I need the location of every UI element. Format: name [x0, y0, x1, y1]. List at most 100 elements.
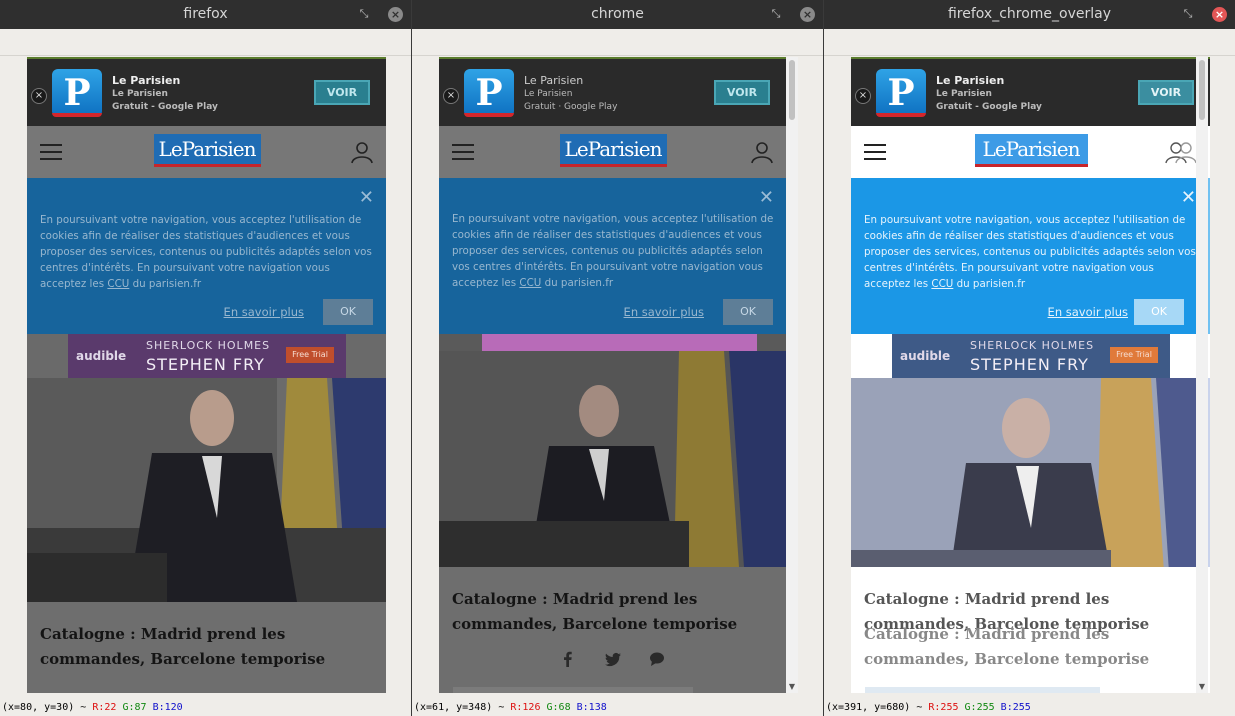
ccu-link[interactable]: CCU	[519, 277, 541, 289]
scrollbar-thumb[interactable]	[1199, 60, 1205, 120]
close-icon[interactable]: ×	[855, 88, 871, 104]
status-coords: (x=80, y=30)	[2, 702, 75, 713]
photo-image	[27, 378, 386, 602]
voir-button[interactable]: VOIR	[314, 80, 370, 105]
free-trial-button[interactable]: Free Trial	[286, 347, 334, 363]
ok-button[interactable]: OK	[323, 299, 373, 325]
close-icon[interactable]: ✕	[359, 187, 374, 208]
twitter-icon[interactable]	[604, 651, 621, 667]
site-logo[interactable]: LeParisien	[153, 134, 261, 167]
status-sep: ~	[80, 702, 87, 713]
close-icon[interactable]: ×	[443, 88, 459, 104]
status-bar: (x=80, y=30) ~ R:22 G:87 B:120	[0, 700, 411, 716]
ad-line2: STEPHEN FRY	[146, 355, 265, 374]
site-header: LeParisien	[851, 126, 1210, 178]
user-icon[interactable]	[1164, 140, 1198, 164]
titlebar: firefox_chrome_overlay ⤡ ×	[824, 0, 1235, 29]
titlebar: chrome ⤡ ×	[412, 0, 823, 29]
ad-brand: audible	[76, 349, 127, 363]
facebook-icon[interactable]	[560, 651, 576, 667]
user-icon[interactable]	[750, 140, 774, 164]
cookie-text: En poursuivant votre navigation, vous ac…	[452, 211, 774, 291]
app-name: Le Parisien	[112, 74, 181, 87]
site-logo[interactable]: LeParisien	[559, 134, 667, 167]
social-share	[439, 651, 786, 671]
app-install-banner: × P Le Parisien Le Parisien Gratuit - Go…	[27, 57, 386, 126]
close-icon[interactable]: ×	[1212, 7, 1227, 22]
article-photo[interactable]	[27, 378, 386, 602]
photo-image	[439, 351, 786, 567]
cookie-banner: ✕ En poursuivant votre navigation, vous …	[27, 178, 386, 334]
cookie-text-body: En poursuivant votre navigation, vous ac…	[864, 214, 1196, 290]
status-coords: (x=391, y=680)	[826, 702, 911, 713]
learn-more-link[interactable]: En savoir plus	[224, 305, 304, 319]
app-name: Le Parisien	[936, 74, 1005, 87]
close-icon[interactable]: ✕	[1181, 187, 1196, 208]
learn-more-link[interactable]: En savoir plus	[1048, 305, 1128, 319]
status-g: G:87	[122, 702, 147, 713]
status-sep: ~	[916, 702, 923, 713]
audible-ad[interactable]: audible SHERLOCK HOLMES STEPHEN FRY Free…	[68, 334, 346, 378]
ad-banner: audible SHERLOCK HOLMES STEPHEN FRY Free…	[851, 334, 1210, 378]
site-header: LeParisien	[27, 126, 386, 178]
restore-arrow-icon[interactable]: ⤡	[1181, 7, 1195, 21]
status-bar: (x=61, y=348) ~ R:126 G:68 B:138	[412, 700, 823, 716]
voir-button[interactable]: VOIR	[714, 80, 770, 105]
ccu-link[interactable]: CCU	[931, 278, 953, 290]
page-viewport[interactable]: × P Le Parisien Le Parisien Gratuit - Go…	[851, 57, 1210, 693]
article-photo[interactable]	[439, 351, 786, 567]
app-install-banner: × P Le Parisien Le Parisien Gratuit · Go…	[439, 57, 786, 126]
page-viewport[interactable]: × P Le Parisien Le Parisien Gratuit - Go…	[27, 57, 386, 693]
overlay-window: firefox_chrome_overlay ⤡ × × P Le Parisi…	[824, 0, 1235, 716]
voir-button[interactable]: VOIR	[1138, 80, 1194, 105]
audible-ad[interactable]: audible SHERLOCK HOLMES STEPHEN FRY Free…	[892, 334, 1170, 378]
close-icon[interactable]: ×	[388, 7, 403, 22]
restore-arrow-icon[interactable]: ⤡	[357, 7, 371, 21]
ok-button[interactable]: OK	[723, 299, 773, 325]
scroll-down-arrow-icon[interactable]: ▼	[1196, 681, 1208, 693]
app-store-label: Gratuit - Google Play	[936, 102, 1042, 112]
article-card[interactable]: Catalogne : Madrid prend les commandes, …	[439, 567, 786, 693]
article-card[interactable]: Catalogne : Madrid prend les commandes, …	[27, 602, 386, 693]
scrollbar[interactable]: ▼	[786, 57, 798, 693]
status-coords: (x=61, y=348)	[414, 702, 493, 713]
menu-icon[interactable]	[452, 144, 474, 160]
article-headline[interactable]: Catalogne : Madrid prend les commandes, …	[40, 622, 366, 672]
app-logo[interactable]: P	[464, 69, 514, 117]
free-trial-button[interactable]: Free Trial	[1110, 347, 1158, 363]
app-logo[interactable]: P	[52, 69, 102, 117]
titlebar: firefox ⤡ ×	[0, 0, 411, 29]
article-card[interactable]: Catalogne : Madrid prend les commandes, …	[851, 567, 1210, 693]
scrollbar[interactable]: ▼	[1196, 57, 1208, 693]
menu-icon[interactable]	[864, 144, 886, 160]
app-logo[interactable]: P	[876, 69, 926, 117]
cookie-text-body: En poursuivant votre navigation, vous ac…	[40, 214, 372, 290]
window-title: chrome	[591, 6, 644, 22]
chrome-window: chrome ⤡ × × P Le Parisien Le Parisien G…	[412, 0, 823, 716]
close-icon[interactable]: ×	[31, 88, 47, 104]
ad-line2: STEPHEN FRY	[970, 355, 1089, 374]
ad-line1: SHERLOCK HOLMES	[970, 339, 1095, 352]
ad-brand: audible	[900, 349, 951, 363]
menu-icon[interactable]	[40, 144, 62, 160]
scroll-down-arrow-icon[interactable]: ▼	[786, 681, 798, 693]
learn-more-link[interactable]: En savoir plus	[624, 305, 704, 319]
article-headline[interactable]: Catalogne : Madrid prend les commandes, …	[452, 587, 766, 637]
status-sep: ~	[498, 702, 505, 713]
status-g: G:255	[964, 702, 995, 713]
firefox-window: firefox ⤡ × × P Le Parisien Le Parisien …	[0, 0, 411, 716]
cookie-text-end: du parisien.fr	[129, 278, 202, 290]
comment-icon[interactable]	[649, 651, 665, 667]
cookie-text-end: du parisien.fr	[541, 277, 614, 289]
page-viewport[interactable]: × P Le Parisien Le Parisien Gratuit · Go…	[439, 57, 786, 693]
ad-banner: audible SHERLOCK HOLMES STEPHEN FRY Free…	[27, 334, 386, 378]
cookie-banner: ✕ En poursuivant votre navigation, vous …	[851, 178, 1210, 334]
restore-arrow-icon[interactable]: ⤡	[769, 7, 783, 21]
scrollbar-thumb[interactable]	[789, 60, 795, 120]
close-icon[interactable]: ✕	[759, 187, 774, 208]
site-logo[interactable]: LeParisien	[974, 134, 1088, 167]
ccu-link[interactable]: CCU	[107, 278, 129, 290]
ok-button[interactable]: OK	[1134, 299, 1184, 325]
close-icon[interactable]: ×	[800, 7, 815, 22]
user-icon[interactable]	[350, 140, 374, 164]
